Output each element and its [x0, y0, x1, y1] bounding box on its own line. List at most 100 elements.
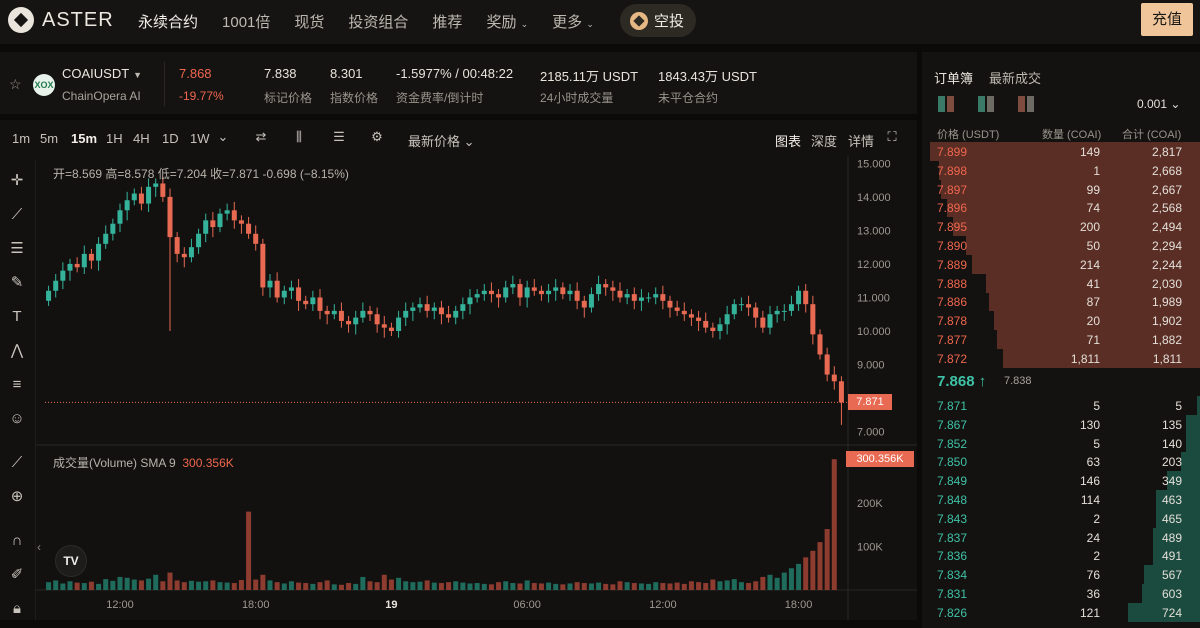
y-tick-label: 15.000: [857, 158, 891, 170]
ask-row[interactable]: 7.896 74 2,568: [922, 198, 1200, 218]
ask-row[interactable]: 7.886 87 1,989: [922, 292, 1200, 312]
row-total: 2,568: [1151, 201, 1182, 216]
candle-body: [517, 284, 523, 298]
volume-bar: [767, 574, 773, 590]
bid-row[interactable]: 7.834 76 567: [922, 565, 1200, 585]
ask-row[interactable]: 7.877 71 1,882: [922, 330, 1200, 349]
ask-row[interactable]: 7.889 214 2,244: [922, 254, 1200, 274]
nav-item-referral[interactable]: 推荐: [432, 11, 462, 32]
ask-row[interactable]: 7.899 149 2,817: [922, 142, 1200, 161]
tradingview-logo[interactable]: TV: [55, 545, 87, 577]
row-qty: 76: [1086, 568, 1100, 583]
chevron-down-icon: ⌄: [520, 19, 529, 29]
bid-row[interactable]: 7.837 24 489: [922, 527, 1200, 547]
y-tick-label: 7.000: [857, 427, 885, 439]
bid-row[interactable]: 7.826 121 724: [922, 602, 1200, 622]
view-asks-icon[interactable]: [1018, 96, 1036, 112]
tab-orderbook[interactable]: 订单簿: [934, 68, 973, 87]
row-price: 7.850: [937, 455, 968, 470]
volume-bar: [217, 582, 223, 590]
volume-bar: [603, 583, 609, 590]
row-price: 7.837: [937, 530, 968, 545]
row-qty: 99: [1086, 182, 1100, 197]
candle-body: [217, 213, 223, 228]
y-tick-label: 13.000: [857, 225, 891, 237]
view-both-icon[interactable]: [938, 96, 956, 112]
bid-row[interactable]: 7.852 5 140: [922, 433, 1200, 453]
volume-bar: [774, 577, 780, 590]
ask-row[interactable]: 7.872 1,811 1,811: [922, 348, 1200, 368]
aster-logo[interactable]: ASTER: [8, 7, 114, 33]
nav-item-1001x[interactable]: 1001倍: [222, 11, 270, 32]
candle-body: [231, 210, 237, 221]
y-tick-label: 14.000: [857, 192, 891, 204]
tick-size-select[interactable]: 0.001 ⌄: [1137, 97, 1180, 111]
volume-bar: [674, 582, 680, 590]
candle-body: [746, 304, 752, 308]
nav-item-portfolio[interactable]: 投资组合: [348, 11, 408, 32]
row-qty: 130: [1079, 417, 1100, 432]
deposit-button[interactable]: 充值: [1141, 3, 1193, 36]
candle-body: [446, 314, 452, 318]
candle-body: [46, 290, 52, 301]
candle-body: [138, 193, 144, 204]
candle-body: [167, 196, 173, 238]
volume-24h: 2185.11万 USDT: [540, 69, 639, 84]
volume-bar: [688, 581, 694, 590]
view-bids-icon[interactable]: [978, 96, 996, 112]
volume-bar: [167, 572, 173, 590]
nav-item-spot[interactable]: 现货: [294, 11, 324, 32]
favorite-star-icon[interactable]: ☆: [9, 76, 22, 93]
candle-body: [146, 186, 152, 204]
volume-bar: [138, 580, 144, 590]
ask-row[interactable]: 7.878 20 1,902: [922, 311, 1200, 331]
volume-bar: [124, 577, 130, 590]
volume-bar: [503, 581, 509, 590]
candle-body: [638, 297, 644, 301]
last-price-tag: 7.871: [848, 394, 892, 411]
volume-bar: [388, 579, 394, 590]
volume-bar: [524, 580, 530, 590]
ask-row[interactable]: 7.898 1 2,668: [922, 160, 1200, 180]
candle-body: [188, 247, 194, 258]
ask-row[interactable]: 7.888 41 2,030: [922, 273, 1200, 293]
volume-bar: [231, 583, 237, 590]
candle-body: [288, 287, 294, 291]
bid-row[interactable]: 7.831 36 603: [922, 584, 1200, 603]
nav-item-rewards[interactable]: 奖励 ⌄: [486, 11, 528, 32]
ask-row[interactable]: 7.895 200 2,494: [922, 217, 1200, 237]
y-tick-label: 11.000: [857, 292, 890, 304]
volume-bar: [346, 583, 352, 590]
bid-row[interactable]: 7.867 130 135: [922, 414, 1200, 434]
candle-body: [238, 220, 244, 224]
bid-row[interactable]: 7.849 146 349: [922, 471, 1200, 491]
ask-row[interactable]: 7.890 50 2,294: [922, 236, 1200, 255]
volume-bar: [267, 580, 273, 590]
order-book-panel: 订单簿 最新成交 0.001 ⌄ 价格 (USDT) 数量 (COAI) 合计 …: [922, 52, 1200, 628]
volume-bar: [74, 582, 80, 590]
price-chart[interactable]: 15.000 14.000 13.000 12.000 11.000 10.000 9.00…: [0, 120, 917, 620]
nav-menu: 永续合约 1001倍 现货 投资组合 推荐 奖励 ⌄ 更多 ⌄: [138, 11, 594, 32]
candle-body: [653, 294, 659, 298]
row-qty: 2: [1093, 549, 1100, 564]
volume-bar: [660, 583, 666, 590]
candle-body: [838, 381, 844, 403]
nav-item-perpetual[interactable]: 永续合约: [138, 11, 198, 32]
nav-item-more[interactable]: 更多 ⌄: [552, 11, 594, 32]
candle-body: [431, 307, 437, 311]
bid-row[interactable]: 7.836 2 491: [922, 546, 1200, 566]
ask-row[interactable]: 7.897 99 2,667: [922, 179, 1200, 199]
bid-row[interactable]: 7.850 63 203: [922, 452, 1200, 472]
volume-bar: [174, 580, 180, 590]
volume-bar: [81, 583, 87, 590]
bid-row[interactable]: 7.848 114 463: [922, 490, 1200, 509]
open-interest: 1843.43万 USDT: [658, 69, 757, 84]
volume-bar: [731, 579, 737, 590]
symbol-selector[interactable]: COAIUSDT ▼: [62, 66, 142, 81]
airdrop-button[interactable]: 空投: [620, 4, 697, 37]
candle-body: [267, 280, 273, 288]
bid-row[interactable]: 7.843 2 465: [922, 508, 1200, 528]
tab-recent-trades[interactable]: 最新成交: [989, 68, 1041, 87]
volume-bar: [396, 577, 402, 590]
bid-row[interactable]: 7.871 5 5: [922, 396, 1200, 415]
